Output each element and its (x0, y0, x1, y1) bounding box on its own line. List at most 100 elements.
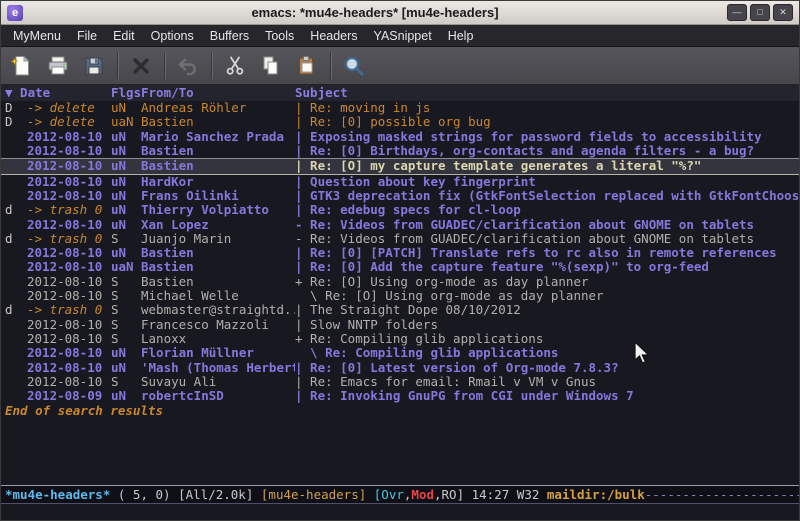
column-from[interactable]: From/To (141, 85, 295, 101)
message-mark (5, 289, 27, 303)
close-button[interactable]: ✕ (773, 4, 793, 21)
message-from: Lanoxx (141, 332, 295, 346)
message-date: 2012-08-10 (27, 275, 111, 289)
message-date: 2012-08-10 (27, 175, 111, 189)
menu-item-yasnippet[interactable]: YASnippet (366, 26, 440, 46)
message-subject: | Re: Emacs for email: Rmail v VM v Gnus (295, 375, 799, 389)
cut-icon[interactable] (220, 51, 250, 81)
sort-column-date[interactable]: ▼ Date (5, 85, 111, 101)
tool-bar (1, 47, 799, 85)
message-subject: | Exposing masked strings for password f… (295, 130, 799, 144)
message-row[interactable]: D-> deleteuaNBastien| Re: [0] possible o… (1, 115, 799, 129)
message-subject: + Re: [O] Using org-mode as day planner (295, 275, 799, 289)
menu-item-headers[interactable]: Headers (302, 26, 365, 46)
message-mark: d (5, 303, 27, 317)
toolbar-separator (117, 53, 118, 79)
close-buffer-icon[interactable] (126, 51, 156, 81)
message-row[interactable]: d-> trash 0SJuanjo Marin- Re: Videos fro… (1, 232, 799, 246)
message-subject: | Re: edebug specs for cl-loop (295, 203, 799, 217)
message-row[interactable]: 2012-08-10uaNBastien| Re: [0] Add the ca… (1, 260, 799, 274)
message-row[interactable]: D-> deleteuNAndreas Röhler| Re: moving i… (1, 101, 799, 115)
menu-item-mymenu[interactable]: MyMenu (5, 26, 69, 46)
message-date: 2012-08-10 (27, 318, 111, 332)
message-row[interactable]: d-> trash 0uNThierry Volpiatto| Re: edeb… (1, 203, 799, 217)
toolbar-separator (330, 53, 331, 79)
message-date: 2012-08-10 (27, 144, 111, 158)
message-flags: S (111, 232, 141, 246)
maximize-button[interactable]: □ (750, 4, 770, 21)
menu-item-options[interactable]: Options (143, 26, 202, 46)
message-from: Bastien (141, 115, 295, 129)
message-from: HardKor (141, 175, 295, 189)
message-flags: uaN (111, 115, 141, 129)
message-from: Francesco Mazzoli (141, 318, 295, 332)
message-subject: \ Re: [O] Using org-mode as day planner (295, 289, 799, 303)
message-date: 2012-08-10 (27, 289, 111, 303)
menu-item-buffers[interactable]: Buffers (202, 26, 257, 46)
message-mark: d (5, 203, 27, 217)
message-mark (5, 189, 27, 203)
message-subject: | Re: [0] [PATCH] Translate refs to rc a… (295, 246, 799, 260)
buffer-empty-space[interactable] (1, 418, 799, 485)
message-from: Thierry Volpiatto (141, 203, 295, 217)
menu-item-file[interactable]: File (69, 26, 105, 46)
mode-line[interactable]: *mu4e-headers* ( 5, 0) [All/2.0k] [mu4e-… (1, 485, 799, 504)
toolbar-separator (211, 53, 212, 79)
modeline-overwrite-indicator: [Ovr (374, 487, 404, 502)
message-row[interactable]: 2012-08-10SBastien+ Re: [O] Using org-mo… (1, 275, 799, 289)
column-flags[interactable]: Flgs (111, 85, 141, 101)
message-subject: | The Straight Dope 08/10/2012 (295, 303, 799, 317)
menu-item-edit[interactable]: Edit (105, 26, 143, 46)
mu4e-headers-buffer[interactable]: ▼ Date Flgs From/To Subject D-> deleteuN… (1, 85, 799, 485)
search-icon[interactable] (339, 51, 369, 81)
message-from: Suvayu Ali (141, 375, 295, 389)
message-flags: uN (111, 361, 141, 375)
titlebar[interactable]: e emacs: *mu4e-headers* [mu4e-headers] —… (1, 1, 799, 25)
message-row[interactable]: 2012-08-10uNBastien| Re: [0] [PATCH] Tra… (1, 246, 799, 260)
minimize-button[interactable]: — (727, 4, 747, 21)
echo-area[interactable] (1, 504, 799, 520)
message-date: 2012-08-10 (27, 375, 111, 389)
message-row-current[interactable]: 2012-08-10uNBastien| Re: [O] my capture … (1, 158, 799, 175)
menu-item-tools[interactable]: Tools (257, 26, 302, 46)
message-row[interactable]: d-> trash 0Swebmaster@straightd...| The … (1, 303, 799, 317)
message-row[interactable]: 2012-08-10SMichael Welle \ Re: [O] Using… (1, 289, 799, 303)
modeline-modified-indicator[interactable]: Mod (411, 487, 434, 502)
modeline-major-mode[interactable]: [mu4e-headers] (261, 487, 374, 502)
message-date: -> trash 0 (27, 232, 111, 246)
message-mark (5, 275, 27, 289)
message-row[interactable]: 2012-08-10uN'Mash (Thomas Herbert)| Re: … (1, 361, 799, 375)
modeline-position: ( 5, 0) (110, 487, 178, 502)
message-row[interactable]: 2012-08-09uNrobertcInSD| Re: Invoking Gn… (1, 389, 799, 403)
message-flags: uN (111, 389, 141, 403)
menu-item-help[interactable]: Help (440, 26, 482, 46)
message-row[interactable]: 2012-08-10uNXan Lopez- Re: Videos from G… (1, 218, 799, 232)
message-from: Bastien (141, 159, 295, 174)
message-from: Bastien (141, 275, 295, 289)
print-icon[interactable] (43, 51, 73, 81)
column-subject[interactable]: Subject (295, 85, 348, 101)
new-file-icon[interactable] (7, 51, 37, 81)
copy-icon[interactable] (256, 51, 286, 81)
end-of-search-results: End of search results (1, 403, 799, 418)
message-from: Bastien (141, 260, 295, 274)
message-subject: | GTK3 deprecation fix (GtkFontSelection… (295, 189, 799, 203)
message-subject: | Re: Invoking GnuPG from CGI under Wind… (295, 389, 799, 403)
message-flags: uN (111, 218, 141, 232)
message-date: 2012-08-10 (27, 130, 111, 144)
message-row[interactable]: 2012-08-10uNBastien| Re: [0] Birthdays, … (1, 144, 799, 158)
menu-bar: MyMenuFileEditOptionsBuffersToolsHeaders… (1, 25, 799, 47)
message-flags: S (111, 332, 141, 346)
paste-icon[interactable] (292, 51, 322, 81)
modeline-buffer-name: *mu4e-headers* (5, 487, 110, 502)
message-date: 2012-08-09 (27, 389, 111, 403)
message-row[interactable]: 2012-08-10uNFrans Oilinki| GTK3 deprecat… (1, 189, 799, 203)
message-row[interactable]: 2012-08-10uNHardKor| Question about key … (1, 175, 799, 189)
message-row[interactable]: 2012-08-10SLanoxx+ Re: Compiling glib ap… (1, 332, 799, 346)
message-row[interactable]: 2012-08-10SFrancesco Mazzoli| Slow NNTP … (1, 318, 799, 332)
message-row[interactable]: 2012-08-10SSuvayu Ali| Re: Emacs for ema… (1, 375, 799, 389)
message-mark: D (5, 115, 27, 129)
save-icon[interactable] (79, 51, 109, 81)
message-row[interactable]: 2012-08-10uNFlorian Müllner \ Re: Compil… (1, 346, 799, 360)
message-row[interactable]: 2012-08-10uNMario Sanchez Prada| Exposin… (1, 130, 799, 144)
